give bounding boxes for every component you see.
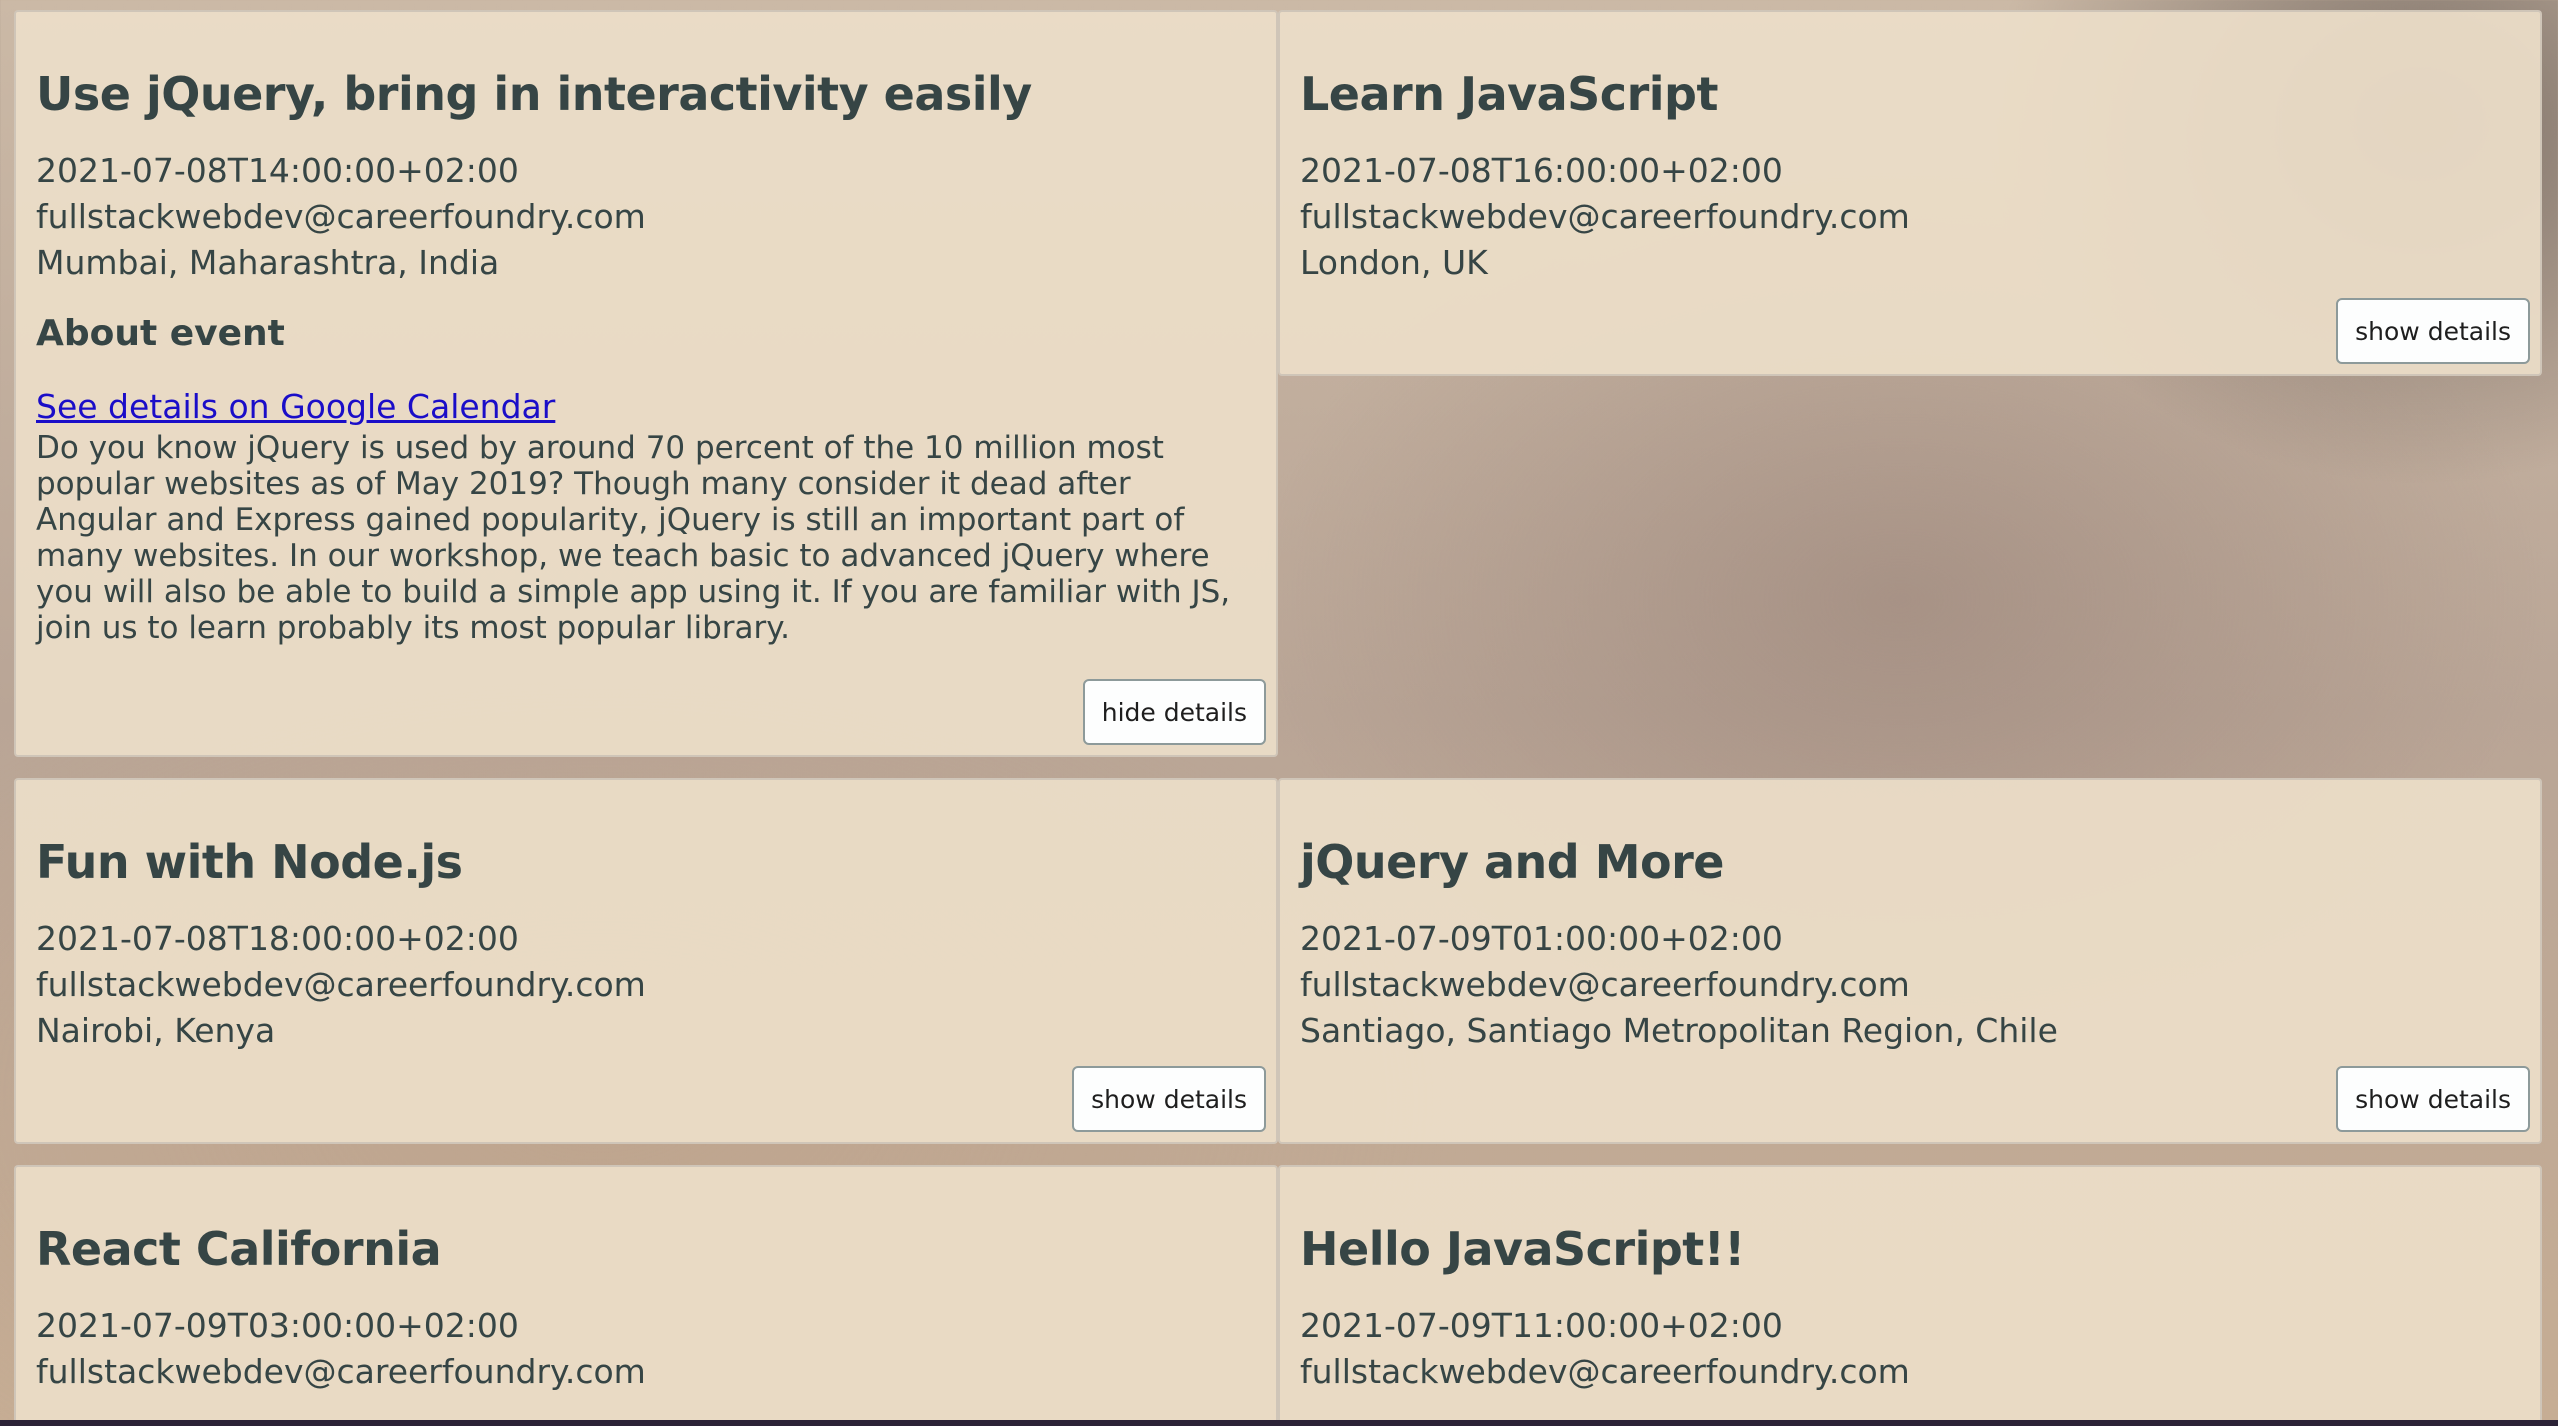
- event-organizer: fullstackwebdev@careerfoundry.com: [36, 965, 646, 1004]
- event-location: Santiago, Santiago Metropolitan Region, …: [1300, 1011, 2058, 1050]
- event-card: Hello JavaScript!! 2021-07-09T11:00:00+0…: [1278, 1165, 2542, 1426]
- event-title: jQuery and More: [1300, 835, 1725, 889]
- hide-details-button[interactable]: hide details: [1082, 679, 1266, 745]
- event-datetime: 2021-07-08T18:00:00+02:00: [36, 919, 519, 958]
- show-details-button[interactable]: show details: [2336, 1066, 2530, 1132]
- event-location: Mumbai, Maharashtra, India: [36, 243, 500, 282]
- event-title: React California: [36, 1222, 442, 1276]
- event-card: jQuery and More 2021-07-09T01:00:00+02:0…: [1278, 778, 2542, 1144]
- event-organizer: fullstackwebdev@careerfoundry.com: [1300, 1352, 1910, 1391]
- event-location: Nairobi, Kenya: [36, 1011, 276, 1050]
- event-datetime: 2021-07-08T16:00:00+02:00: [1300, 151, 1783, 190]
- show-details-button[interactable]: show details: [1072, 1066, 1266, 1132]
- google-calendar-link[interactable]: See details on Google Calendar: [36, 384, 1256, 430]
- event-organizer: fullstackwebdev@careerfoundry.com: [36, 197, 646, 236]
- event-card: Use jQuery, bring in interactivity easil…: [14, 10, 1278, 757]
- event-datetime: 2021-07-09T01:00:00+02:00: [1300, 919, 1783, 958]
- event-datetime: 2021-07-09T11:00:00+02:00: [1300, 1306, 1783, 1345]
- about-event-heading: About event: [36, 313, 285, 354]
- event-description: Do you know jQuery is used by around 70 …: [36, 430, 1231, 646]
- event-title: Hello JavaScript!!: [1300, 1222, 1745, 1276]
- event-organizer: fullstackwebdev@careerfoundry.com: [36, 1352, 646, 1391]
- event-title: Use jQuery, bring in interactivity easil…: [36, 67, 1032, 121]
- event-datetime: 2021-07-08T14:00:00+02:00: [36, 151, 519, 190]
- event-organizer: fullstackwebdev@careerfoundry.com: [1300, 965, 1910, 1004]
- event-organizer: fullstackwebdev@careerfoundry.com: [1300, 197, 1910, 236]
- bottom-edge: [0, 1420, 2558, 1426]
- event-card: React California 2021-07-09T03:00:00+02:…: [14, 1165, 1278, 1426]
- event-card: Fun with Node.js 2021-07-08T18:00:00+02:…: [14, 778, 1278, 1144]
- show-details-button[interactable]: show details: [2336, 298, 2530, 364]
- event-card: Learn JavaScript 2021-07-08T16:00:00+02:…: [1278, 10, 2542, 376]
- event-datetime: 2021-07-09T03:00:00+02:00: [36, 1306, 519, 1345]
- event-location: London, UK: [1300, 243, 1488, 282]
- event-title: Learn JavaScript: [1300, 67, 1718, 121]
- event-title: Fun with Node.js: [36, 835, 463, 889]
